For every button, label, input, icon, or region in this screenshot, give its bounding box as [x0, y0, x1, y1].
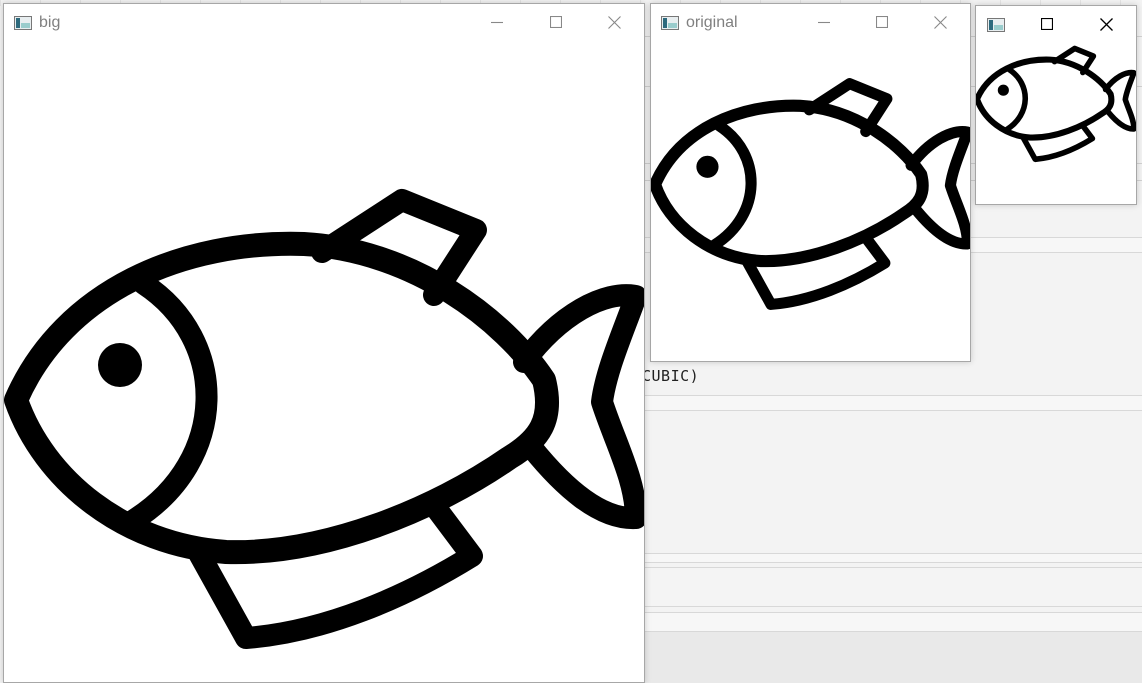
background-panel: [644, 395, 1142, 411]
background-panel: [644, 612, 1142, 632]
close-icon: [1099, 17, 1113, 31]
maximize-icon: [1041, 18, 1053, 30]
background-code-text: CUBIC): [642, 367, 700, 385]
background-panel: [644, 567, 1142, 607]
original-image-area: [651, 40, 970, 361]
close-button[interactable]: [917, 4, 963, 40]
fish-image: [976, 42, 1136, 204]
fish-image: [651, 40, 970, 361]
background-panel: [644, 553, 1142, 563]
window-title: original: [686, 14, 738, 31]
close-button[interactable]: [1083, 6, 1129, 42]
big-window-titlebar[interactable]: big: [4, 4, 644, 40]
maximize-icon: [876, 16, 888, 28]
minimize-icon: [491, 21, 503, 24]
background-footer: [644, 632, 1142, 683]
small-window-titlebar[interactable]: [976, 6, 1136, 42]
original-window-titlebar[interactable]: original: [651, 4, 970, 40]
maximize-button[interactable]: [533, 4, 579, 40]
close-icon: [933, 15, 947, 29]
fish-image: [4, 40, 644, 682]
close-icon: [607, 15, 621, 29]
minimize-icon: [818, 21, 830, 24]
maximize-button[interactable]: [1024, 6, 1070, 42]
maximize-icon: [550, 16, 562, 28]
small-image-area: [976, 42, 1136, 204]
big-window[interactable]: big: [3, 3, 645, 683]
small-window[interactable]: [975, 5, 1137, 205]
big-image-area: [4, 40, 644, 682]
minimize-button[interactable]: [474, 4, 520, 40]
app-icon: [14, 16, 32, 30]
maximize-button[interactable]: [859, 4, 905, 40]
app-icon: [661, 16, 679, 30]
window-title: big: [39, 14, 61, 31]
app-icon: [987, 18, 1005, 32]
original-window[interactable]: original: [650, 3, 971, 362]
minimize-button[interactable]: [801, 4, 847, 40]
close-button[interactable]: [591, 4, 637, 40]
